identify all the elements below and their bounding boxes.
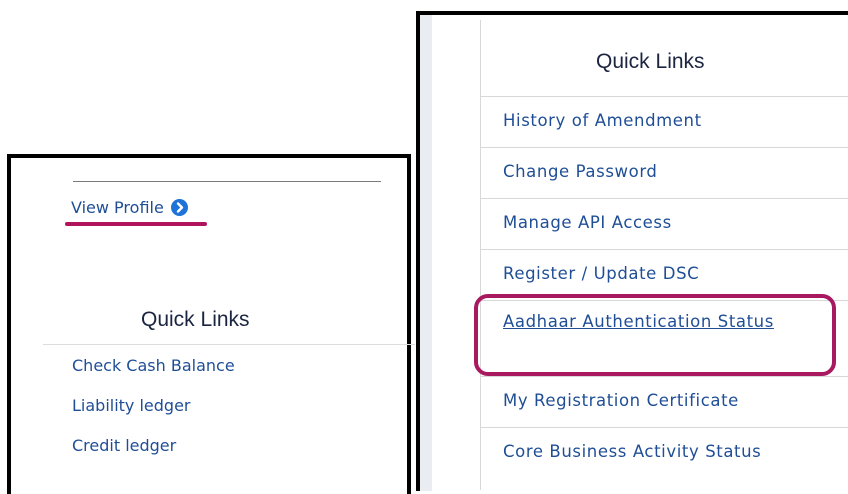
quick-links-menu: History of Amendment Change Password Man… [481,96,848,478]
register-update-dsc-link[interactable]: Register / Update DSC [481,249,848,300]
history-of-amendment-link[interactable]: History of Amendment [481,96,848,147]
credit-ledger-link[interactable]: Credit ledger [72,436,235,476]
liability-ledger-link[interactable]: Liability ledger [72,396,235,436]
view-profile-link[interactable]: View Profile [71,198,188,217]
manage-api-access-link[interactable]: Manage API Access [481,198,848,249]
quick-links-box: Quick Links History of Amendment Change … [480,20,848,490]
highlight-annotation [474,294,836,376]
change-password-link[interactable]: Change Password [481,147,848,198]
my-registration-certificate-link[interactable]: My Registration Certificate [481,376,848,427]
side-strip [420,15,432,491]
view-profile-label: View Profile [71,198,164,217]
quick-links-panel: Quick Links History of Amendment Change … [416,11,848,491]
dashboard-panel: View Profile Quick Links Check Cash Bala… [7,154,415,494]
quick-links-title: Quick Links [141,308,250,331]
quick-links-list: Check Cash Balance Liability ledger Cred… [72,356,235,476]
check-cash-balance-link[interactable]: Check Cash Balance [72,356,235,396]
core-business-activity-status-link[interactable]: Core Business Activity Status [481,427,848,478]
divider [73,181,381,182]
chevron-right-circle-icon [170,199,188,216]
quick-links-title: Quick Links [596,50,705,73]
view-profile-underline-annotation [65,222,207,226]
divider [43,344,415,345]
